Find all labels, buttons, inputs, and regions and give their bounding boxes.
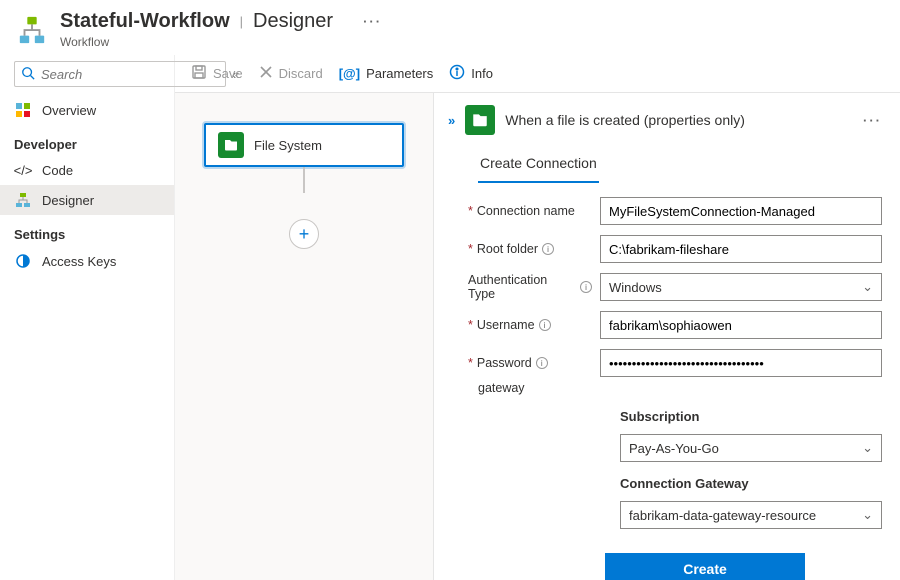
- panel-more-icon[interactable]: ···: [863, 113, 882, 128]
- password-input[interactable]: [600, 349, 882, 377]
- info-icon: [449, 64, 465, 83]
- subscription-select[interactable]: Pay-As-You-Go ⌄: [620, 434, 882, 462]
- discard-label: Discard: [279, 66, 323, 81]
- label-root-folder: Root folder: [477, 242, 538, 256]
- designer-icon: [14, 192, 32, 208]
- parameters-button[interactable]: [@] Parameters: [339, 66, 434, 81]
- tab-create-connection[interactable]: Create Connection: [478, 149, 599, 183]
- info-button[interactable]: Info: [449, 64, 493, 83]
- discard-icon: [259, 65, 273, 82]
- search-icon: [21, 66, 35, 83]
- connection-form: *Connection name *Root folderi Authentic…: [448, 197, 882, 580]
- nav-label: Designer: [42, 193, 94, 208]
- connection-gateway-value: fabrikam-data-gateway-resource: [629, 508, 816, 523]
- nav-label: Access Keys: [42, 254, 116, 269]
- designer-canvas[interactable]: File System +: [175, 93, 433, 580]
- access-keys-icon: [14, 253, 32, 269]
- label-connection-name: Connection name: [477, 204, 575, 218]
- label-password: Password: [477, 356, 532, 370]
- username-input[interactable]: [600, 311, 882, 339]
- nav-label: Code: [42, 163, 73, 178]
- label-gateway: gateway: [468, 381, 882, 395]
- label-connection-gateway: Connection Gateway: [468, 476, 882, 491]
- page-title: Stateful-Workflow: [60, 10, 230, 33]
- label-subscription: Subscription: [468, 409, 882, 424]
- info-icon[interactable]: i: [542, 243, 554, 255]
- info-icon[interactable]: i: [580, 281, 592, 293]
- info-label: Info: [471, 66, 493, 81]
- connector-line: [303, 167, 305, 193]
- expand-panel-button[interactable]: »: [448, 113, 455, 128]
- page-section: Designer: [253, 10, 333, 33]
- panel-title: When a file is created (properties only): [505, 112, 745, 128]
- subscription-value: Pay-As-You-Go: [629, 441, 719, 456]
- label-username: Username: [477, 318, 535, 332]
- label-auth-type: Authentication Type: [468, 273, 576, 301]
- nav-label: Overview: [42, 103, 96, 118]
- toolbar: Save Discard [@] Parameters Info: [175, 55, 900, 93]
- chevron-down-icon: ⌄: [862, 507, 873, 523]
- title-separator: |: [240, 14, 243, 29]
- node-label: File System: [254, 138, 322, 153]
- add-step-button[interactable]: +: [289, 219, 319, 249]
- nav-overview[interactable]: Overview: [0, 95, 174, 125]
- save-button[interactable]: Save: [191, 64, 243, 83]
- more-icon[interactable]: ···: [363, 14, 382, 29]
- root-folder-input[interactable]: [600, 235, 882, 263]
- file-system-node[interactable]: File System: [204, 123, 404, 167]
- section-settings: Settings: [0, 215, 174, 246]
- sidebar: « Overview Developer </> Code Designer S…: [0, 55, 175, 580]
- file-system-icon: [465, 105, 495, 135]
- info-icon[interactable]: i: [539, 319, 551, 331]
- code-icon: </>: [14, 163, 32, 178]
- section-developer: Developer: [0, 125, 174, 156]
- chevron-down-icon: ⌄: [862, 440, 873, 456]
- info-icon[interactable]: i: [536, 357, 548, 369]
- workflow-icon: [16, 14, 48, 46]
- nav-code[interactable]: </> Code: [0, 156, 174, 185]
- nav-designer[interactable]: Designer: [0, 185, 174, 215]
- overview-icon: [14, 102, 32, 118]
- chevron-down-icon: ⌄: [862, 279, 873, 295]
- connection-gateway-select[interactable]: fabrikam-data-gateway-resource ⌄: [620, 501, 882, 529]
- parameters-icon: [@]: [339, 66, 360, 81]
- parameters-label: Parameters: [366, 66, 433, 81]
- auth-type-select[interactable]: Windows ⌄: [600, 273, 882, 301]
- connection-name-input[interactable]: [600, 197, 882, 225]
- auth-type-value: Windows: [609, 280, 662, 295]
- file-system-icon: [218, 132, 244, 158]
- discard-button[interactable]: Discard: [259, 65, 323, 82]
- page-header: Stateful-Workflow | Designer ··· Workflo…: [0, 0, 900, 55]
- save-icon: [191, 64, 207, 83]
- save-label: Save: [213, 66, 243, 81]
- nav-access-keys[interactable]: Access Keys: [0, 246, 174, 276]
- properties-panel: » When a file is created (properties onl…: [433, 93, 900, 580]
- create-button[interactable]: Create: [605, 553, 805, 580]
- page-subtitle: Workflow: [60, 35, 382, 49]
